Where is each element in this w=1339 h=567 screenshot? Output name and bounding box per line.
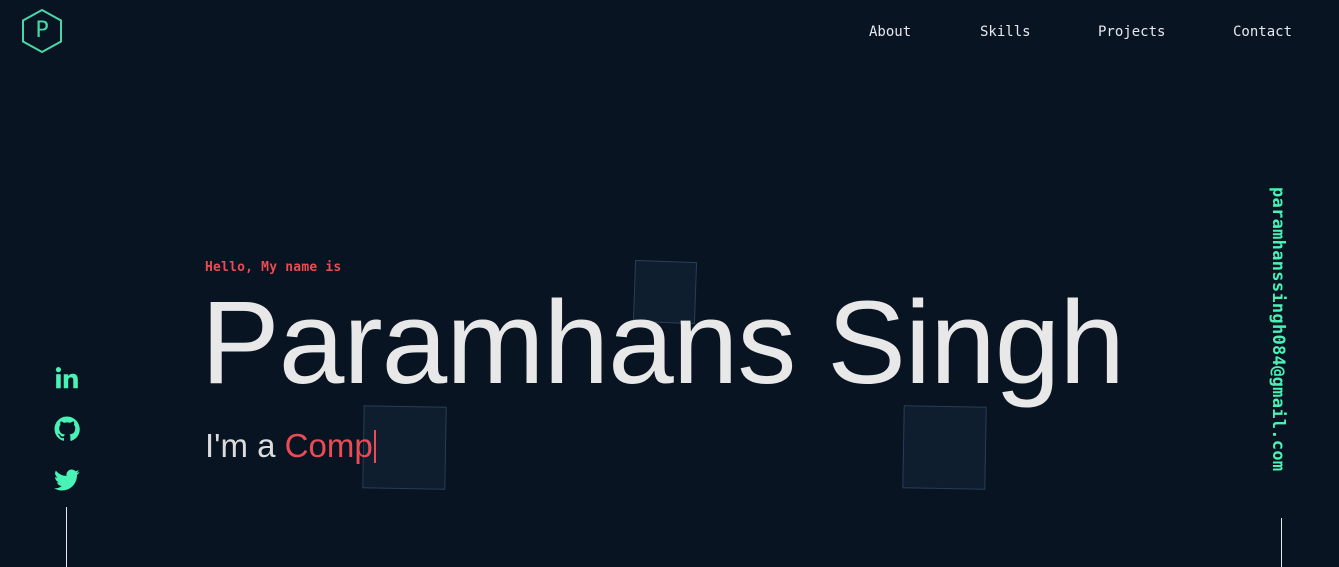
role-prefix: I'm a xyxy=(205,427,285,464)
github-icon xyxy=(54,416,80,441)
twitter-link[interactable] xyxy=(54,467,80,493)
social-divider-line xyxy=(66,507,67,567)
linkedin-link[interactable] xyxy=(54,365,80,391)
role-line: I'm a Comp xyxy=(205,426,376,466)
email-link[interactable]: paramhanssingh084@gmail.com xyxy=(1268,187,1288,471)
role-typed-text: Comp xyxy=(284,427,373,464)
nav-about-link[interactable]: About xyxy=(869,24,911,40)
logo-letter: P xyxy=(35,18,49,43)
linkedin-icon xyxy=(55,367,78,389)
hero-name: Paramhans Singh xyxy=(201,277,1125,409)
nav-projects-link[interactable]: Projects xyxy=(1098,24,1165,40)
logo[interactable]: P xyxy=(19,8,65,54)
greeting-text: Hello, My name is xyxy=(205,260,342,275)
twitter-icon xyxy=(54,469,80,491)
typing-caret xyxy=(373,430,376,463)
nav-contact-link[interactable]: Contact xyxy=(1233,24,1292,40)
decorative-square xyxy=(902,405,987,490)
portfolio-page: P About Skills Projects Contact Hello, M… xyxy=(0,0,1339,567)
email-divider-line xyxy=(1281,518,1282,567)
github-link[interactable] xyxy=(54,416,80,442)
nav-skills-link[interactable]: Skills xyxy=(980,24,1031,40)
